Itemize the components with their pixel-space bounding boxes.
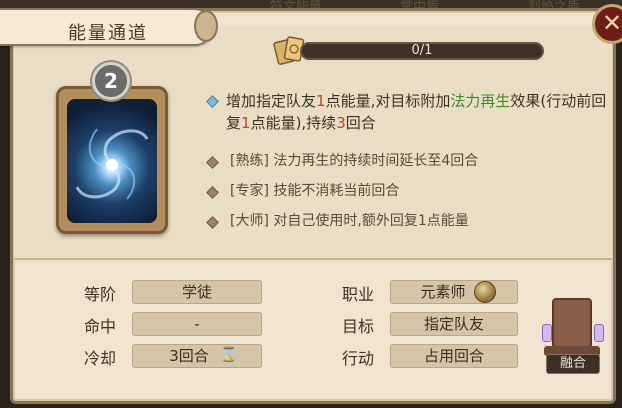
class-label: 职业 <box>342 285 375 304</box>
vortex-art <box>67 99 157 223</box>
upgrade-proficient: [熟练] 法力再生的持续时间延长至4回合 <box>230 153 479 169</box>
page-title: 能量通道 <box>68 23 148 44</box>
tier-label: 等阶 <box>84 285 117 304</box>
action-value: 占用回合 <box>390 344 518 368</box>
effect-text-segment: 回合 <box>345 114 376 132</box>
crystal-icon <box>594 324 604 342</box>
hit-label: 命中 <box>84 317 117 336</box>
upgrade-master: [大师] 对自己使用时,额外回复1点能量 <box>230 213 469 229</box>
effect-text-segment: 法力再生 <box>450 92 511 110</box>
cooldown-value: 3回合 <box>132 344 262 368</box>
upgrade-expert: [专家] 技能不消耗当前回合 <box>230 183 400 199</box>
target-label: 目标 <box>342 317 375 336</box>
hit-value: - <box>132 312 262 336</box>
tier-value: 学徒 <box>132 280 262 304</box>
main-effect-text: 增加指定队友1点能量,对目标附加法力再生效果(行动前回复1点能量),持续3回合 <box>226 90 610 134</box>
effect-text-segment: 1 <box>316 92 326 110</box>
effect-text-segment: 增加指定队友 <box>226 92 317 110</box>
effect-text-segment: 1 <box>241 114 251 132</box>
effect-text-segment: 3 <box>336 114 346 132</box>
vortex-swirl-icon <box>75 128 149 200</box>
progress-bar: 0/1 <box>300 42 544 60</box>
tablet-icon <box>552 298 592 350</box>
crystal-icon <box>542 324 552 342</box>
ribbon-scroll-end <box>194 10 218 42</box>
divider <box>14 258 612 260</box>
hourglass-icon: ⌛ <box>220 347 238 363</box>
cooldown-label: 冷却 <box>84 349 117 368</box>
title-ribbon: 能量通道 <box>0 8 214 46</box>
effect-text-segment: 点能量,对目标附加 <box>325 92 451 110</box>
skill-card <box>56 86 168 234</box>
effect-text-segment: 点能量),持续 <box>250 114 337 132</box>
progress-text: 0/1 <box>411 43 433 58</box>
rank-badge: 2 <box>92 62 130 100</box>
target-value: 指定队友 <box>390 312 518 336</box>
fuse-label: 融合 <box>546 354 600 374</box>
class-value: 元素师 <box>390 280 518 304</box>
action-label: 行动 <box>342 349 375 368</box>
elementalist-class-icon <box>474 281 496 303</box>
fuse-button[interactable]: 融合 <box>540 298 606 374</box>
